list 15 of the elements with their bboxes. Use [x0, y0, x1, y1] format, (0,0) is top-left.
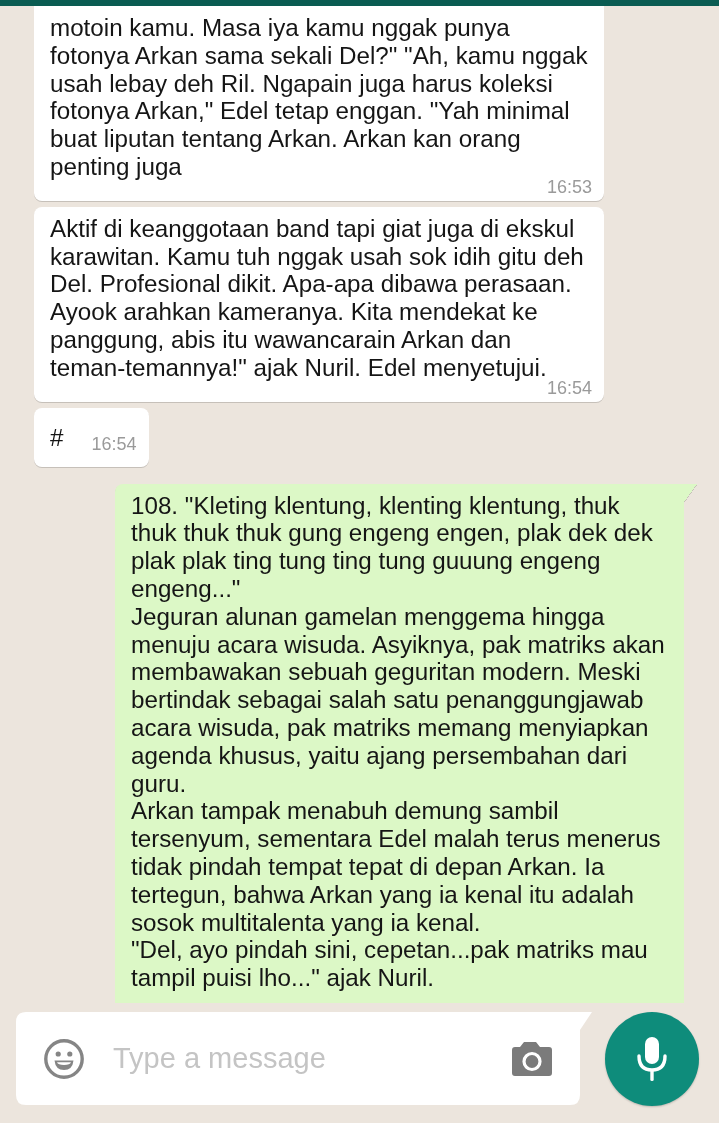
message-text: Jeguran alunan gamelan menggema hingga menuju acara wisuda. Asyiknya, pak matriks akan membawakan sebuah geguritan modern. Meski bertindak sebagai salah satu penanggungjawab acara wisuda, pak matriks memang menyiapkan agenda khusus, yaitu ajang persembahan dari guru.: [131, 602, 666, 798]
message-time: 16:54: [91, 438, 137, 452]
camera-icon[interactable]: [512, 1041, 552, 1076]
message-text: #: [50, 423, 64, 452]
smiley-icon[interactable]: [44, 1038, 84, 1079]
message-text: Arkan tampak menabuh demung sambil tersenyum, sementara Edel malah terus menerus tidak pindah tempat tepat di depan Arkan. Ia tertegun, bahwa Arkan yang ia kenal itu adalah sosok multitalenta yang ia kenal.: [131, 797, 662, 937]
message-text: 108. "Kleting klentung, klenting klentung, thuk thuk thuk thuk gung engeng engen, plak dek dek plak plak ting tung ting tung guuung engeng engeng...": [131, 491, 654, 603]
microphone-icon: [636, 1036, 668, 1081]
message-input[interactable]: Type a message: [113, 1038, 483, 1079]
message-text: Aktif di keanggotaan band tapi giat juga di ekskul karawitan. Kamu tuh nggak usah sok idih gitu deh Del. Profesional dikit. Apa-apa dibawa perasaan. Ayook arahkan kameranya. Kita mendekat ke panggung, abis itu wawancarain Arkan dan teman-temannya!" ajak Nuril. Edel menyetujui.: [50, 214, 585, 381]
message-text: motoin kamu. Masa iya kamu nggak punya fotonya Arkan sama sekali Del?" "Ah, kamu nggak usah lebay deh Ril. Ngapain juga harus koleksi fotonya Arkan," Edel tetap enggan. "Yah minimal buat liputan tentang Arkan. Arkan kan orang penting juga: [50, 14, 589, 180]
message-time: 16:53: [546, 180, 592, 194]
message-time: 16:54: [546, 381, 592, 395]
message-text: "Del, ayo pindah sini, cepetan...pak matriks mau tampil puisi lho..." ajak Nuril.: [131, 936, 649, 992]
message-field[interactable]: Type a message: [16, 1012, 592, 1105]
